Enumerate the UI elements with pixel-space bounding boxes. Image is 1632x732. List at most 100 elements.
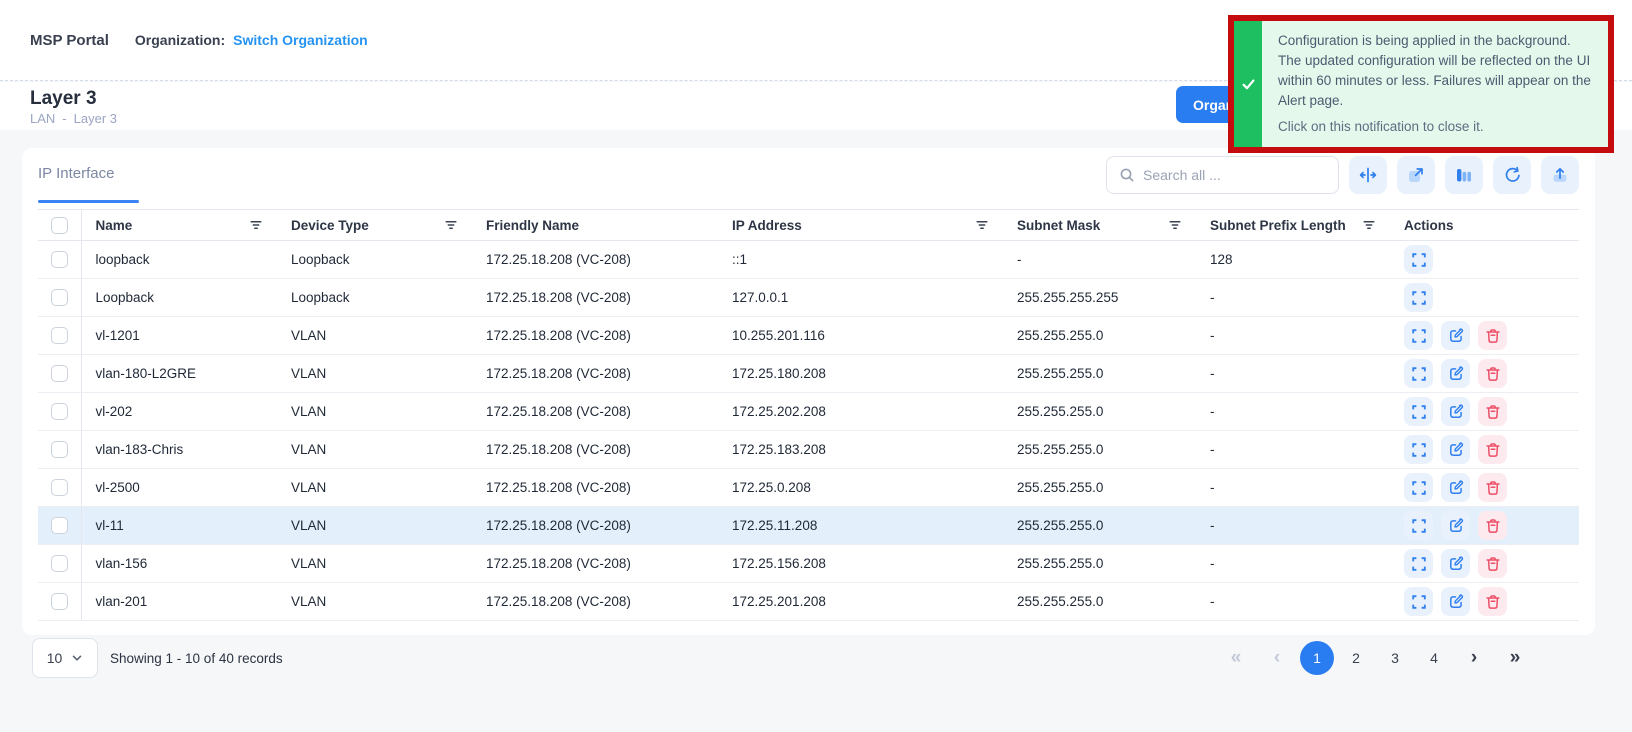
trash-icon bbox=[1484, 555, 1502, 573]
edit-row-button[interactable] bbox=[1441, 511, 1470, 540]
columns-icon bbox=[1454, 165, 1474, 185]
edit-icon bbox=[1447, 403, 1465, 421]
expand-row-button[interactable] bbox=[1404, 359, 1433, 388]
row-actions bbox=[1404, 587, 1565, 616]
delete-row-button[interactable] bbox=[1478, 435, 1507, 464]
organization-label: Organization: bbox=[135, 32, 225, 48]
toast-message: Configuration is being applied in the ba… bbox=[1278, 31, 1594, 111]
expand-row-button[interactable] bbox=[1404, 549, 1433, 578]
success-notification-toast[interactable]: Configuration is being applied in the ba… bbox=[1228, 15, 1614, 153]
chevron-down-icon bbox=[71, 652, 83, 664]
table-row[interactable]: vl-202 VLAN 172.25.18.208 (VC-208) 172.2… bbox=[38, 393, 1579, 431]
expand-row-button[interactable] bbox=[1404, 283, 1433, 312]
trash-icon bbox=[1484, 593, 1502, 611]
filter-icon[interactable] bbox=[249, 218, 263, 232]
row-checkbox[interactable] bbox=[51, 441, 68, 458]
edit-icon bbox=[1447, 555, 1465, 573]
export-button[interactable] bbox=[1397, 156, 1435, 194]
delete-row-button[interactable] bbox=[1478, 511, 1507, 540]
expand-icon bbox=[1410, 365, 1428, 383]
page-button-2[interactable]: 2 bbox=[1339, 641, 1373, 675]
row-checkbox[interactable] bbox=[51, 327, 68, 344]
column-resize-button[interactable] bbox=[1349, 156, 1387, 194]
next-page-button[interactable]: › bbox=[1456, 647, 1492, 669]
delete-row-button[interactable] bbox=[1478, 321, 1507, 350]
tab-ip-interface[interactable]: IP Interface bbox=[38, 165, 114, 182]
search-input[interactable] bbox=[1143, 167, 1326, 183]
upload-button[interactable] bbox=[1541, 156, 1579, 194]
row-actions bbox=[1404, 359, 1565, 388]
table-row[interactable]: vlan-201 VLAN 172.25.18.208 (VC-208) 172… bbox=[38, 583, 1579, 621]
page-button-4[interactable]: 4 bbox=[1417, 641, 1451, 675]
expand-row-button[interactable] bbox=[1404, 245, 1433, 274]
edit-row-button[interactable] bbox=[1441, 397, 1470, 426]
column-header-ip-address: IP Address bbox=[718, 210, 1003, 241]
expand-row-button[interactable] bbox=[1404, 587, 1433, 616]
filter-icon[interactable] bbox=[444, 218, 458, 232]
column-label: Name bbox=[96, 218, 133, 233]
expand-icon bbox=[1410, 327, 1428, 345]
row-checkbox[interactable] bbox=[51, 289, 68, 306]
page-size-select[interactable]: 10 bbox=[32, 638, 98, 678]
edit-icon bbox=[1447, 593, 1465, 611]
row-checkbox[interactable] bbox=[51, 517, 68, 534]
table-row[interactable]: vlan-183-Chris VLAN 172.25.18.208 (VC-20… bbox=[38, 431, 1579, 469]
edit-row-button[interactable] bbox=[1441, 321, 1470, 350]
row-checkbox[interactable] bbox=[51, 251, 68, 268]
breadcrumb-parent[interactable]: LAN bbox=[30, 111, 55, 126]
edit-row-button[interactable] bbox=[1441, 359, 1470, 388]
table-header-row: Name Device Type Friendly Name IP Address… bbox=[38, 210, 1579, 241]
table-row[interactable]: vl-11 VLAN 172.25.18.208 (VC-208) 172.25… bbox=[38, 507, 1579, 545]
breadcrumb-current: Layer 3 bbox=[74, 111, 117, 126]
table-row[interactable]: Loopback Loopback 172.25.18.208 (VC-208)… bbox=[38, 279, 1579, 317]
table-row[interactable]: vlan-180-L2GRE VLAN 172.25.18.208 (VC-20… bbox=[38, 355, 1579, 393]
edit-row-button[interactable] bbox=[1441, 587, 1470, 616]
edit-row-button[interactable] bbox=[1441, 549, 1470, 578]
trash-icon bbox=[1484, 327, 1502, 345]
edit-icon bbox=[1447, 327, 1465, 345]
filter-icon[interactable] bbox=[975, 218, 989, 232]
table-row[interactable]: vlan-156 VLAN 172.25.18.208 (VC-208) 172… bbox=[38, 545, 1579, 583]
row-checkbox[interactable] bbox=[51, 555, 68, 572]
expand-row-button[interactable] bbox=[1404, 397, 1433, 426]
delete-row-button[interactable] bbox=[1478, 473, 1507, 502]
column-header-actions: Actions bbox=[1390, 210, 1579, 241]
delete-row-button[interactable] bbox=[1478, 587, 1507, 616]
last-page-button[interactable]: » bbox=[1497, 647, 1533, 669]
column-resize-icon bbox=[1357, 164, 1379, 186]
filter-icon[interactable] bbox=[1168, 218, 1182, 232]
row-actions bbox=[1404, 435, 1565, 464]
row-checkbox[interactable] bbox=[51, 403, 68, 420]
row-checkbox[interactable] bbox=[51, 365, 68, 382]
select-all-checkbox[interactable] bbox=[51, 217, 68, 234]
first-page-button[interactable]: « bbox=[1218, 647, 1254, 669]
expand-icon bbox=[1410, 555, 1428, 573]
trash-icon bbox=[1484, 403, 1502, 421]
expand-row-button[interactable] bbox=[1404, 435, 1433, 464]
edit-row-button[interactable] bbox=[1441, 473, 1470, 502]
edit-row-button[interactable] bbox=[1441, 435, 1470, 464]
refresh-button[interactable] bbox=[1493, 156, 1531, 194]
column-header-device-type: Device Type bbox=[277, 210, 472, 241]
table-row[interactable]: vl-1201 VLAN 172.25.18.208 (VC-208) 10.2… bbox=[38, 317, 1579, 355]
row-checkbox[interactable] bbox=[51, 479, 68, 496]
expand-row-button[interactable] bbox=[1404, 511, 1433, 540]
table-row[interactable]: loopback Loopback 172.25.18.208 (VC-208)… bbox=[38, 241, 1579, 279]
expand-row-button[interactable] bbox=[1404, 321, 1433, 350]
column-header-friendly-name: Friendly Name bbox=[472, 210, 718, 241]
page-button-1[interactable]: 1 bbox=[1300, 641, 1334, 675]
column-label: Device Type bbox=[291, 218, 369, 233]
row-checkbox[interactable] bbox=[51, 593, 68, 610]
page-button-3[interactable]: 3 bbox=[1378, 641, 1412, 675]
expand-row-button[interactable] bbox=[1404, 473, 1433, 502]
table-row[interactable]: vl-2500 VLAN 172.25.18.208 (VC-208) 172.… bbox=[38, 469, 1579, 507]
prev-page-button[interactable]: ‹ bbox=[1259, 647, 1295, 669]
delete-row-button[interactable] bbox=[1478, 397, 1507, 426]
columns-button[interactable] bbox=[1445, 156, 1483, 194]
delete-row-button[interactable] bbox=[1478, 549, 1507, 578]
column-label: IP Address bbox=[732, 218, 802, 233]
edit-icon bbox=[1447, 365, 1465, 383]
filter-icon[interactable] bbox=[1362, 218, 1376, 232]
delete-row-button[interactable] bbox=[1478, 359, 1507, 388]
organization-link[interactable]: Switch Organization bbox=[233, 32, 368, 48]
